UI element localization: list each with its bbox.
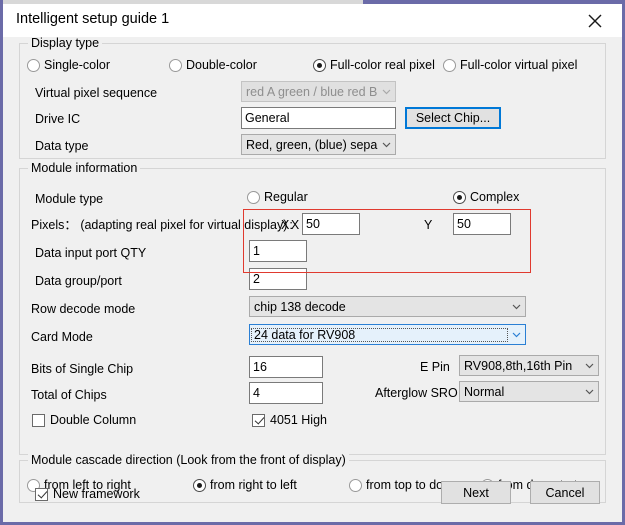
row-decode-mode-combo[interactable]: chip 138 decode <box>249 296 526 317</box>
total-of-chips-input[interactable] <box>249 382 323 404</box>
drive-ic-input[interactable] <box>241 107 396 129</box>
pixels-y-label: Y <box>424 218 433 232</box>
afterglow-sro-combo[interactable]: Normal <box>459 381 599 402</box>
checkbox-label: 4051 High <box>270 413 327 427</box>
window-title: Intelligent setup guide 1 <box>16 11 170 27</box>
checkbox-indicator <box>32 413 45 427</box>
data-input-port-qty-input[interactable] <box>249 240 307 262</box>
module-type-label: Module type <box>35 192 104 206</box>
title-bar: Intelligent setup guide 1 <box>3 4 622 37</box>
total-of-chips-label: Total of Chips <box>31 388 107 402</box>
radio-double-color[interactable]: Double-color <box>169 57 257 73</box>
afterglow-sro-label: Afterglow SRO <box>375 386 458 400</box>
radio-indicator <box>453 190 466 204</box>
data-type-value: Red, green, (blue) separa <box>246 137 378 152</box>
e-pin-combo[interactable]: RV908,8th,16th Pin <box>459 355 599 376</box>
dialog-client-area: Display type Single-color Double-color F… <box>3 36 622 522</box>
data-input-port-qty-label: Data input port QTY <box>35 246 147 260</box>
close-icon[interactable] <box>574 5 616 36</box>
radio-label: Full-color virtual pixel <box>460 58 578 72</box>
radio-module-type-regular[interactable]: Regular <box>247 189 308 205</box>
radio-indicator <box>193 478 206 492</box>
chevron-down-icon <box>581 360 598 371</box>
radio-cascade-right-to-left[interactable]: from right to left <box>193 477 297 493</box>
pixels-x-label: X: <box>281 218 293 232</box>
radio-indicator <box>313 58 326 72</box>
dialog-window: Intelligent setup guide 1 Display type S… <box>0 0 625 525</box>
cancel-button[interactable]: Cancel <box>530 481 600 504</box>
pixels-label: Pixels： (adapting real pixel for virtual… <box>31 218 300 232</box>
pixels-y-input[interactable] <box>453 213 511 235</box>
next-button-label: Next <box>463 485 489 500</box>
checkbox-4051-high[interactable]: 4051 High <box>252 412 327 428</box>
checkbox-new-framework[interactable]: New framework <box>35 486 140 502</box>
radio-single-color[interactable]: Single-color <box>27 57 110 73</box>
checkbox-indicator <box>252 413 265 427</box>
radio-indicator <box>349 478 362 492</box>
radio-indicator <box>443 58 456 72</box>
chevron-down-icon <box>581 386 598 397</box>
chevron-down-icon <box>378 139 395 150</box>
radio-module-type-complex[interactable]: Complex <box>453 189 519 205</box>
select-chip-button[interactable]: Select Chip... <box>405 107 501 129</box>
virtual-pixel-sequence-label: Virtual pixel sequence <box>35 86 158 100</box>
card-mode-value: 24 data for RV908 <box>251 327 508 342</box>
checkbox-double-column[interactable]: Double Column <box>32 412 136 428</box>
radio-indicator <box>27 58 40 72</box>
afterglow-sro-value: Normal <box>464 384 505 399</box>
row-decode-mode-value: chip 138 decode <box>254 299 346 314</box>
chevron-down-icon <box>378 86 395 97</box>
virtual-pixel-sequence-value: red A green / blue red B <box>246 84 378 99</box>
row-decode-mode-label: Row decode mode <box>31 302 136 316</box>
virtual-pixel-sequence-combo: red A green / blue red B <box>241 81 396 102</box>
window-top-strip-right <box>363 0 625 4</box>
radio-label: Full-color real pixel <box>330 58 435 72</box>
bits-of-single-chip-label: Bits of Single Chip <box>31 362 134 376</box>
drive-ic-label: Drive IC <box>35 112 81 126</box>
card-mode-combo[interactable]: 24 data for RV908 <box>249 324 526 345</box>
radio-label: from right to left <box>210 478 297 492</box>
radio-label: Double-color <box>186 58 257 72</box>
data-type-combo[interactable]: Red, green, (blue) separa <box>241 134 396 155</box>
radio-label: Single-color <box>44 58 111 72</box>
checkbox-indicator <box>35 487 48 501</box>
window-top-strip <box>3 0 363 4</box>
data-group-per-port-label: Data group/port <box>35 274 122 288</box>
data-type-label: Data type <box>35 139 89 153</box>
radio-full-color-real-pixel[interactable]: Full-color real pixel <box>313 57 435 73</box>
card-mode-label: Card Mode <box>31 330 93 344</box>
cascade-direction-group-title: Module cascade direction (Look from the … <box>28 453 349 467</box>
radio-indicator <box>169 58 182 72</box>
chevron-down-icon <box>508 301 525 312</box>
radio-label: Complex <box>470 190 520 204</box>
chevron-down-icon <box>508 329 525 340</box>
select-chip-label: Select Chip... <box>415 111 491 125</box>
checkbox-label: New framework <box>53 487 140 501</box>
e-pin-value: RV908,8th,16th Pin <box>464 358 573 373</box>
pixels-x-input[interactable] <box>302 213 360 235</box>
radio-label: Regular <box>264 190 308 204</box>
e-pin-label: E Pin <box>420 360 450 374</box>
data-group-per-port-input[interactable] <box>249 268 307 290</box>
display-type-group-title: Display type <box>28 36 103 50</box>
checkbox-label: Double Column <box>50 413 137 427</box>
next-button[interactable]: Next <box>441 481 511 504</box>
cancel-button-label: Cancel <box>545 485 585 500</box>
radio-full-color-virtual-pixel[interactable]: Full-color virtual pixel <box>443 57 577 73</box>
radio-indicator <box>247 190 260 204</box>
module-information-group-title: Module information <box>28 161 141 175</box>
bits-of-single-chip-input[interactable] <box>249 356 323 378</box>
